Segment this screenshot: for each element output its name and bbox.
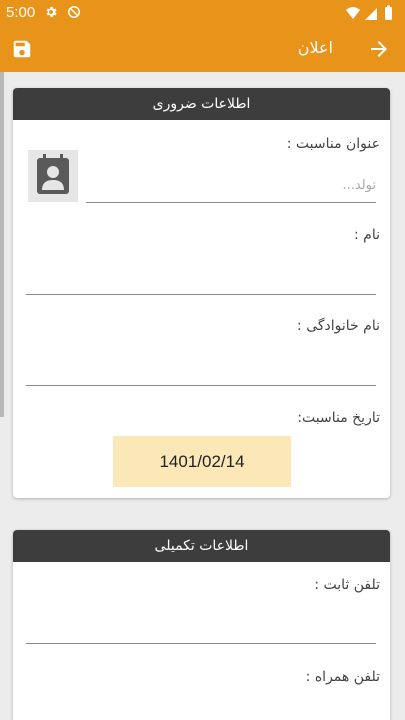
landline-label: تلفن ثابت : [314, 577, 380, 593]
extra-info-card: اطلاعات تکمیلی تلفن ثابت : تلفن همراه : [13, 530, 390, 720]
family-name-input[interactable] [26, 385, 376, 386]
extra-info-header: اطلاعات تکمیلی [13, 530, 390, 562]
signal-icon [365, 8, 377, 20]
contact-picker-button[interactable] [28, 150, 78, 202]
event-date-picker[interactable]: 1401/02/14 [113, 436, 291, 487]
event-date-label: تاریخ مناسبت: [297, 410, 380, 426]
mobile-label: تلفن همراه : [305, 669, 380, 685]
required-info-header: اطلاعات ضروری [13, 88, 390, 120]
status-bar: 5:00 [0, 0, 405, 26]
wifi-icon [346, 7, 360, 19]
save-icon[interactable] [10, 38, 34, 60]
event-title-placeholder: تولد... [342, 178, 376, 193]
page-title: اعلان [297, 38, 333, 57]
event-title-input[interactable] [86, 202, 376, 203]
contact-book-icon [37, 154, 69, 194]
name-label: نام : [354, 227, 380, 243]
required-info-card: اطلاعات ضروری عنوان مناسبت : تولد... نام… [13, 88, 390, 498]
landline-input[interactable] [26, 643, 376, 644]
blocked-icon [68, 6, 80, 18]
name-input[interactable] [26, 294, 376, 295]
event-title-label: عنوان مناسبت : [286, 136, 380, 152]
status-time: 5:00 [6, 4, 36, 21]
battery-icon [385, 7, 392, 20]
arrow-forward-icon[interactable] [367, 37, 391, 61]
family-name-label: نام خانوادگی : [297, 318, 380, 334]
app-bar: اعلان [0, 26, 405, 72]
status-icons [346, 5, 392, 20]
scroll-indicator[interactable] [0, 72, 4, 417]
settings-gear-icon [46, 6, 57, 18]
